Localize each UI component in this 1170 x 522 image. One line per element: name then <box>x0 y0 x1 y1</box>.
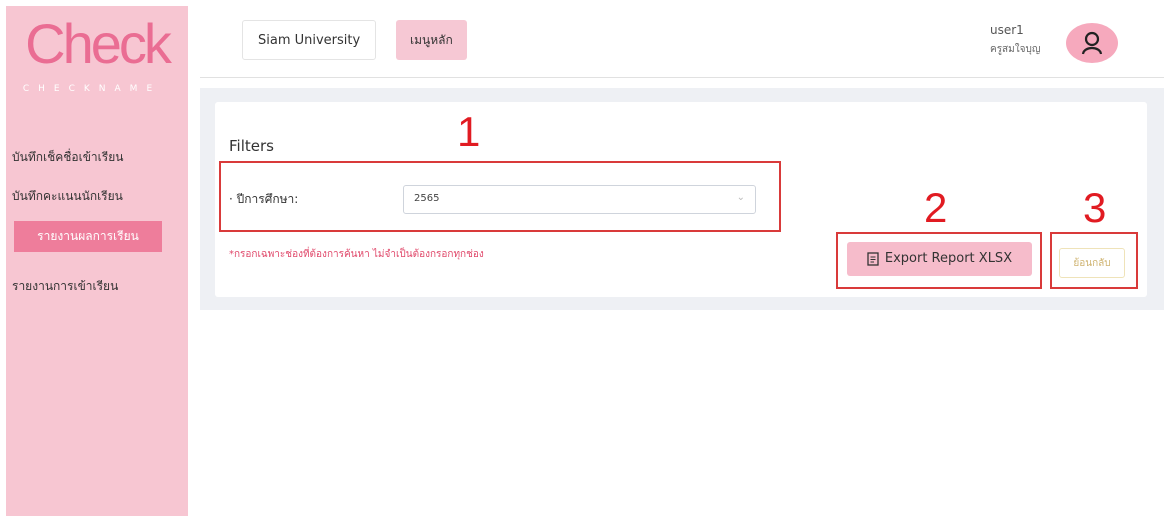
sidebar-item-grade-report[interactable]: รายงานผลการเรียน <box>14 221 162 252</box>
annotation-number-3: 3 <box>1083 184 1107 231</box>
filter-hint: *กรอกเฉพาะช่องที่ต้องการค้นหา ไม่จำเป็นต… <box>229 249 484 260</box>
academic-year-label: · ปีการศึกษา: <box>229 192 299 206</box>
university-button[interactable]: Siam University <box>242 20 377 60</box>
annotation-number-2: 2 <box>924 184 948 231</box>
academic-year-value: 2565 <box>414 193 440 204</box>
document-icon <box>867 251 879 266</box>
academic-year-select[interactable]: 2565 ⌄ <box>403 185 756 214</box>
sidebar <box>6 6 188 516</box>
main-menu-button[interactable]: เมนูหลัก <box>396 20 467 60</box>
export-report-button[interactable]: Export Report XLSX <box>847 242 1032 276</box>
sidebar-item-attendance-record[interactable]: บันทึกเช็คชื่อเข้าเรียน <box>12 148 162 167</box>
back-button[interactable]: ย้อนกลับ <box>1059 248 1125 278</box>
top-bar: Siam University เมนูหลัก user1 ครูสมใจบุ… <box>200 6 1164 78</box>
user-role: ครูสมใจบุญ <box>990 44 1041 55</box>
user-icon <box>1081 31 1103 55</box>
avatar[interactable] <box>1066 23 1118 63</box>
filters-title: Filters <box>229 137 274 155</box>
academic-year-label-text: ปีการศึกษา: <box>236 192 299 206</box>
export-report-label: Export Report XLSX <box>884 251 1013 266</box>
app-logo-subtitle: CHECKNAME <box>22 84 162 94</box>
app-logo[interactable]: Check <box>22 12 172 76</box>
sidebar-item-attendance-report[interactable]: รายงานการเข้าเรียน <box>12 277 162 296</box>
user-name: user1 <box>990 23 1024 37</box>
sidebar-item-score-record[interactable]: บันทึกคะแนนนักเรียน <box>12 187 162 206</box>
annotation-number-1: 1 <box>457 108 481 155</box>
chevron-down-icon: ⌄ <box>736 192 745 203</box>
